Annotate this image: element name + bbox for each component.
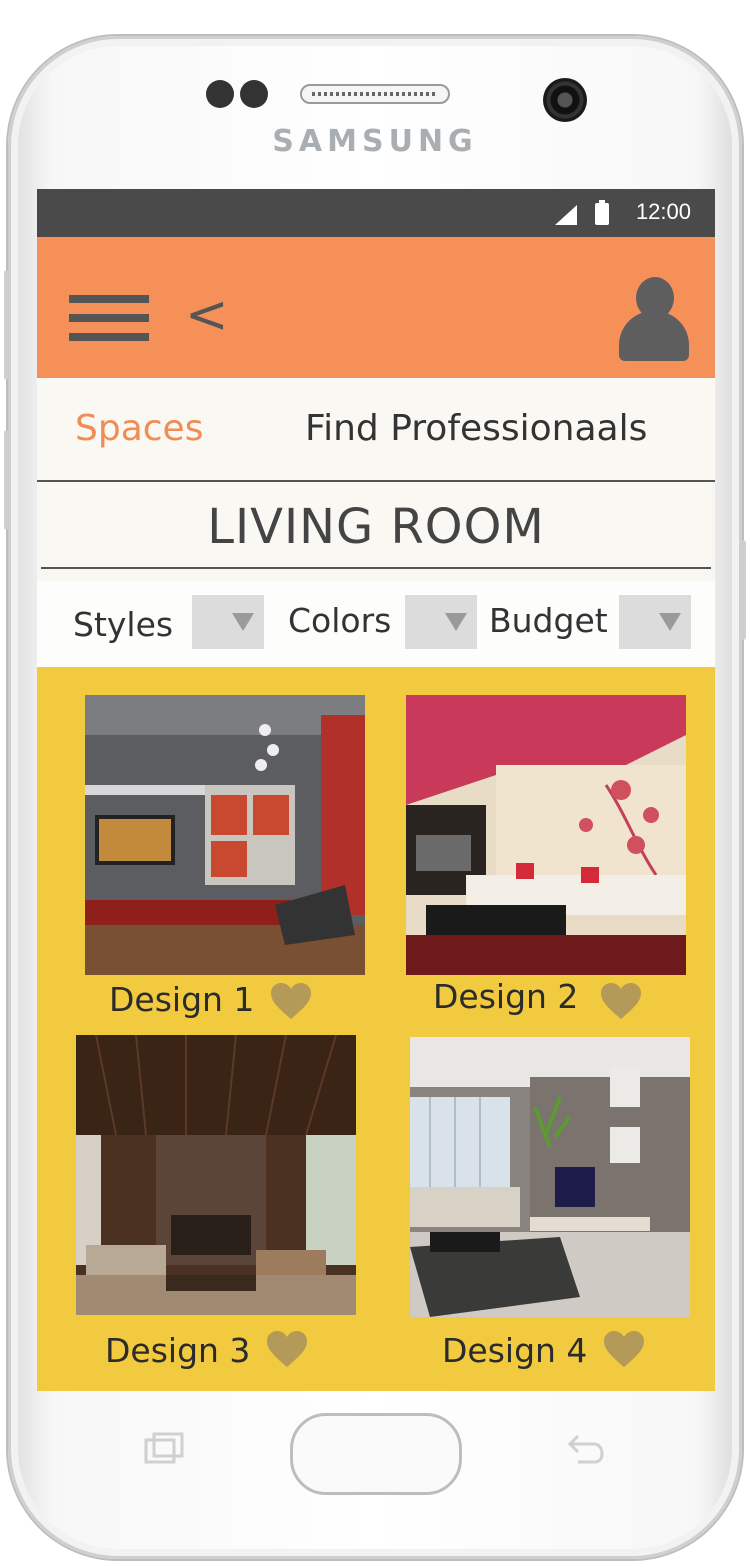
colors-dropdown[interactable] xyxy=(405,595,477,649)
front-camera xyxy=(543,78,587,122)
design-gallery: Design 1 Design 2 Design 3 Design 4 xyxy=(37,667,715,1391)
filter-bar: Styles Colors Budget xyxy=(37,581,715,667)
status-time: 12:00 xyxy=(635,199,691,224)
user-avatar-icon[interactable] xyxy=(619,277,689,361)
budget-dropdown[interactable] xyxy=(619,595,691,649)
earpiece-speaker xyxy=(300,84,450,104)
favorite-heart-icon[interactable] xyxy=(602,1329,646,1369)
design-1-label: Design 1 xyxy=(109,980,255,1019)
filter-label-styles: Styles xyxy=(73,605,174,644)
design-2-image[interactable] xyxy=(406,695,686,975)
filter-label-colors: Colors xyxy=(288,601,392,640)
design-4-image[interactable] xyxy=(410,1037,690,1317)
design-1-image[interactable] xyxy=(85,695,365,975)
styles-dropdown[interactable] xyxy=(192,595,264,649)
battery-icon xyxy=(595,200,609,225)
sensor-dot xyxy=(206,80,234,108)
device-brand: SAMSUNG xyxy=(272,124,478,159)
filter-label-budget: Budget xyxy=(489,601,608,640)
side-key-right xyxy=(740,540,746,640)
design-2-label: Design 2 xyxy=(433,977,579,1016)
signal-icon xyxy=(555,205,577,225)
screen: 12:00 < Spaces Find Professionaals LIVIN… xyxy=(37,189,715,1391)
page-title: LIVING ROOM xyxy=(41,485,711,569)
sensor-dot xyxy=(240,80,268,108)
status-bar: 12:00 xyxy=(37,189,715,237)
favorite-heart-icon[interactable] xyxy=(599,981,643,1021)
tab-spaces[interactable]: Spaces xyxy=(75,408,203,449)
volume-button xyxy=(4,270,10,380)
tab-bar: Spaces Find Professionaals xyxy=(37,378,715,482)
hardware-back-icon[interactable] xyxy=(566,1432,606,1466)
hamburger-menu-icon[interactable] xyxy=(69,295,149,341)
recent-apps-icon[interactable] xyxy=(144,1432,184,1466)
design-4-label: Design 4 xyxy=(442,1331,588,1370)
app-bar: < xyxy=(37,237,715,378)
back-chevron-icon[interactable]: < xyxy=(185,285,229,345)
home-button[interactable] xyxy=(290,1413,462,1495)
design-3-image[interactable] xyxy=(76,1035,356,1315)
favorite-heart-icon[interactable] xyxy=(269,981,313,1021)
favorite-heart-icon[interactable] xyxy=(265,1329,309,1369)
design-3-label: Design 3 xyxy=(105,1331,251,1370)
power-key xyxy=(4,430,10,530)
tab-find-professionals[interactable]: Find Professionaals xyxy=(305,408,647,449)
